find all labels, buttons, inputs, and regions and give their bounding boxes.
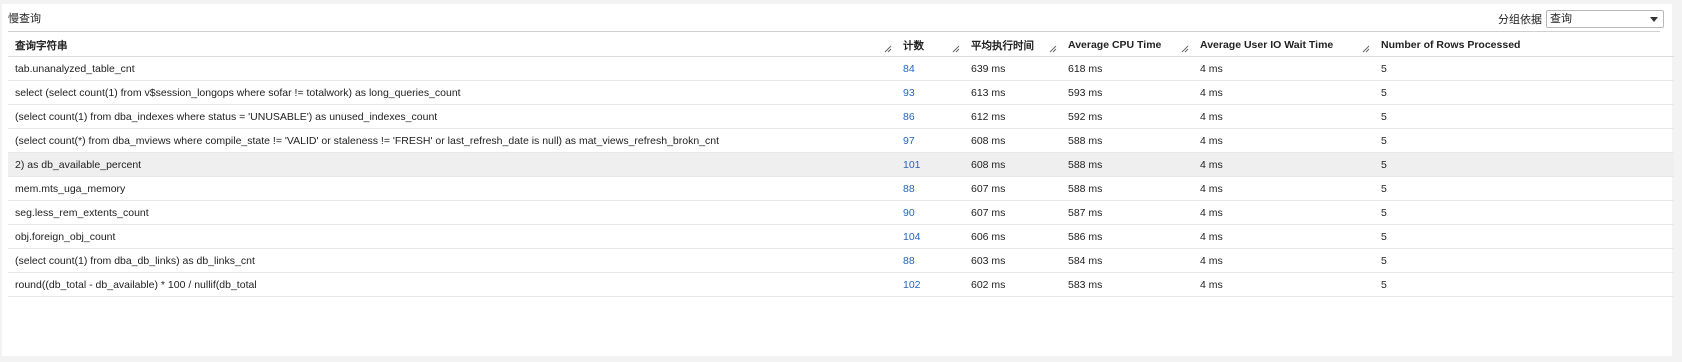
table-header-row: 查询字符串 计数 平均执行时间 Average CPU Time Average… <box>8 34 1674 57</box>
rows-processed-cell: 5 <box>1374 56 1674 81</box>
avg-exec-time-cell: 608 ms <box>964 152 1061 177</box>
table-row[interactable]: tab.unanalyzed_table_cnt 84 639 ms 618 m… <box>8 56 1674 81</box>
column-header-rows-processed[interactable]: Number of Rows Processed <box>1374 34 1674 57</box>
avg-exec-time-cell: 639 ms <box>964 56 1061 81</box>
count-link[interactable]: 97 <box>896 128 964 153</box>
avg-cpu-time-cell: 583 ms <box>1061 272 1193 297</box>
rows-processed-cell: 5 <box>1374 200 1674 225</box>
avg-cpu-time-cell: 593 ms <box>1061 80 1193 105</box>
count-link[interactable]: 101 <box>896 152 964 177</box>
column-header-avg-cpu-time[interactable]: Average CPU Time <box>1061 34 1193 57</box>
avg-exec-time-cell: 602 ms <box>964 272 1061 297</box>
avg-cpu-time-cell: 618 ms <box>1061 56 1193 81</box>
avg-io-wait-cell: 4 ms <box>1193 224 1374 249</box>
query-string-cell: round((db_total - db_available) * 100 / … <box>8 272 896 297</box>
avg-cpu-time-cell: 588 ms <box>1061 152 1193 177</box>
resize-handle-icon[interactable] <box>952 45 960 53</box>
avg-exec-time-cell: 612 ms <box>964 104 1061 129</box>
query-string-cell: mem.mts_uga_memory <box>8 176 896 201</box>
count-link[interactable]: 86 <box>896 104 964 129</box>
column-header-count[interactable]: 计数 <box>896 34 964 57</box>
count-link[interactable]: 88 <box>896 176 964 201</box>
avg-exec-time-cell: 607 ms <box>964 176 1061 201</box>
header-divider <box>8 31 1660 32</box>
group-by-value: 查询 <box>1550 13 1572 25</box>
rows-processed-cell: 5 <box>1374 104 1674 129</box>
slow-query-panel: 慢查询 分组依据 查询 查询字符串 计数 平均执行时间 Average CPU … <box>2 4 1674 356</box>
avg-io-wait-cell: 4 ms <box>1193 248 1374 273</box>
avg-cpu-time-cell: 586 ms <box>1061 224 1193 249</box>
rows-processed-cell: 5 <box>1374 248 1674 273</box>
avg-cpu-time-cell: 588 ms <box>1061 176 1193 201</box>
avg-io-wait-cell: 4 ms <box>1193 152 1374 177</box>
resize-handle-icon[interactable] <box>1181 45 1189 53</box>
count-link[interactable]: 84 <box>896 56 964 81</box>
table-row[interactable]: select (select count(1) from v$session_l… <box>8 80 1674 105</box>
chevron-down-icon <box>1650 17 1658 22</box>
table-row[interactable]: obj.foreign_obj_count 104 606 ms 586 ms … <box>8 224 1674 249</box>
query-string-cell: tab.unanalyzed_table_cnt <box>8 56 896 81</box>
resize-handle-icon[interactable] <box>884 45 892 53</box>
table-row[interactable]: (select count(1) from dba_db_links) as d… <box>8 248 1674 273</box>
avg-io-wait-cell: 4 ms <box>1193 176 1374 201</box>
avg-io-wait-cell: 4 ms <box>1193 80 1374 105</box>
count-link[interactable]: 90 <box>896 200 964 225</box>
table-row-hovered[interactable]: 2) as db_available_percent 101 608 ms 58… <box>8 152 1674 177</box>
avg-io-wait-cell: 4 ms <box>1193 272 1374 297</box>
table-row[interactable]: seg.less_rem_extents_count 90 607 ms 587… <box>8 200 1674 225</box>
avg-cpu-time-cell: 587 ms <box>1061 200 1193 225</box>
column-header-avg-io-wait[interactable]: Average User IO Wait Time <box>1193 34 1374 57</box>
table-row[interactable]: mem.mts_uga_memory 88 607 ms 588 ms 4 ms… <box>8 176 1674 201</box>
query-string-cell: seg.less_rem_extents_count <box>8 200 896 225</box>
avg-exec-time-cell: 603 ms <box>964 248 1061 273</box>
query-string-cell: (select count(1) from dba_db_links) as d… <box>8 248 896 273</box>
column-header-avg-exec-time[interactable]: 平均执行时间 <box>964 34 1061 57</box>
avg-io-wait-cell: 4 ms <box>1193 56 1374 81</box>
query-string-cell: select (select count(1) from v$session_l… <box>8 80 896 105</box>
avg-exec-time-cell: 606 ms <box>964 224 1061 249</box>
panel-title: 慢查询 <box>8 13 41 25</box>
group-by-control: 分组依据 查询 <box>1498 10 1664 28</box>
column-header-query-string[interactable]: 查询字符串 <box>8 34 896 57</box>
rows-processed-cell: 5 <box>1374 80 1674 105</box>
group-by-label: 分组依据 <box>1498 14 1542 26</box>
count-link[interactable]: 102 <box>896 272 964 297</box>
query-string-cell: 2) as db_available_percent <box>8 152 896 177</box>
rows-processed-cell: 5 <box>1374 176 1674 201</box>
count-link[interactable]: 104 <box>896 224 964 249</box>
rows-processed-cell: 5 <box>1374 152 1674 177</box>
table-row[interactable]: (select count(*) from dba_mviews where c… <box>8 128 1674 153</box>
rows-processed-cell: 5 <box>1374 128 1674 153</box>
count-link[interactable]: 88 <box>896 248 964 273</box>
avg-exec-time-cell: 608 ms <box>964 128 1061 153</box>
table-row[interactable]: round((db_total - db_available) * 100 / … <box>8 272 1674 297</box>
avg-exec-time-cell: 607 ms <box>964 200 1061 225</box>
avg-io-wait-cell: 4 ms <box>1193 200 1374 225</box>
query-string-cell: obj.foreign_obj_count <box>8 224 896 249</box>
avg-io-wait-cell: 4 ms <box>1193 128 1374 153</box>
count-link[interactable]: 93 <box>896 80 964 105</box>
slow-query-table: 查询字符串 计数 平均执行时间 Average CPU Time Average… <box>8 34 1674 297</box>
query-string-cell: (select count(1) from dba_indexes where … <box>8 104 896 129</box>
resize-handle-icon[interactable] <box>1362 45 1370 53</box>
avg-cpu-time-cell: 592 ms <box>1061 104 1193 129</box>
table-row[interactable]: (select count(1) from dba_indexes where … <box>8 104 1674 129</box>
rows-processed-cell: 5 <box>1374 272 1674 297</box>
avg-io-wait-cell: 4 ms <box>1193 104 1374 129</box>
query-string-cell: (select count(*) from dba_mviews where c… <box>8 128 896 153</box>
avg-cpu-time-cell: 584 ms <box>1061 248 1193 273</box>
group-by-select[interactable]: 查询 <box>1546 10 1664 28</box>
avg-cpu-time-cell: 588 ms <box>1061 128 1193 153</box>
resize-handle-icon[interactable] <box>1049 45 1057 53</box>
rows-processed-cell: 5 <box>1374 224 1674 249</box>
avg-exec-time-cell: 613 ms <box>964 80 1061 105</box>
